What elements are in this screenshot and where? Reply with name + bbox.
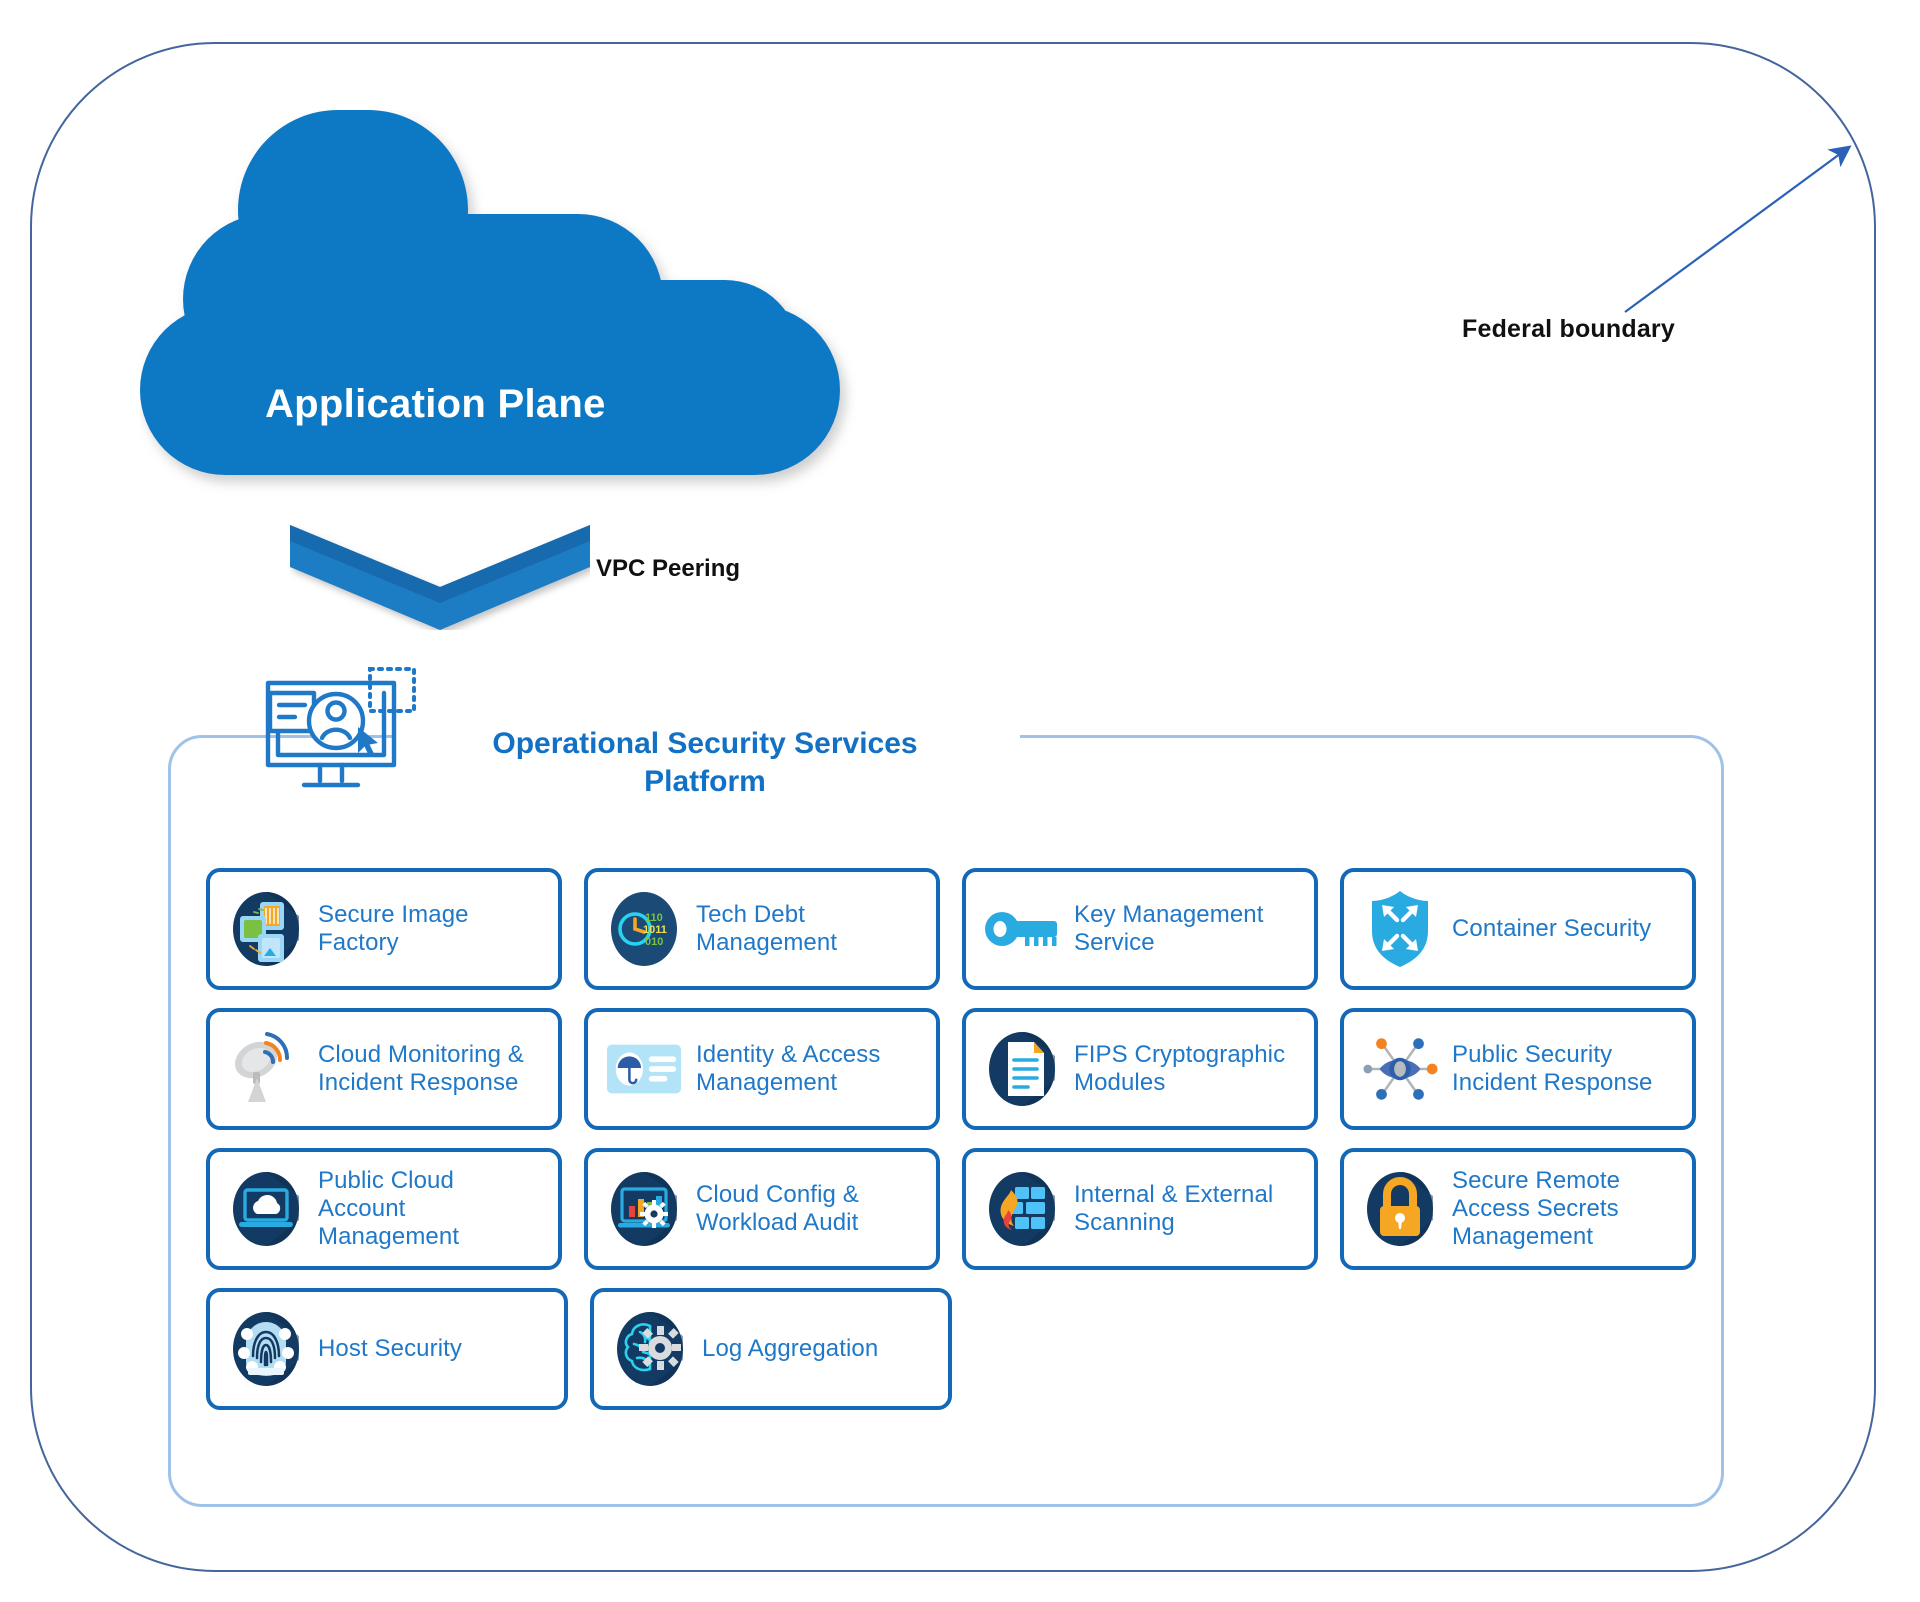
service-label: Public Security Incident Response bbox=[1452, 1040, 1653, 1096]
secure-image-factory-icon bbox=[228, 886, 304, 972]
service-card-cloud-config-workload-audit[interactable]: Cloud Config & Workload Audit bbox=[584, 1148, 940, 1270]
key-icon bbox=[984, 886, 1060, 972]
service-label: Log Aggregation bbox=[702, 1334, 879, 1362]
services-row: Host Security Log Aggregation bbox=[206, 1288, 1696, 1410]
service-label: Container Security bbox=[1452, 914, 1652, 942]
service-label: FIPS Cryptographic Modules bbox=[1074, 1040, 1286, 1096]
federal-boundary-label: Federal boundary bbox=[1462, 315, 1675, 343]
service-card-fips-cryptographic-modules[interactable]: FIPS Cryptographic Modules bbox=[962, 1008, 1318, 1130]
document-icon bbox=[984, 1026, 1060, 1112]
vpc-peering-chevron-icon bbox=[290, 525, 590, 630]
services-row: Secure Image Factory 110 1011 010 Tech D… bbox=[206, 868, 1696, 990]
svg-text:1011: 1011 bbox=[643, 924, 667, 936]
service-card-public-cloud-account-management[interactable]: Public Cloud Account Management bbox=[206, 1148, 562, 1270]
diagram-canvas: Federal boundary Application Plane VPC P… bbox=[0, 0, 1920, 1602]
id-card-umbrella-icon bbox=[606, 1026, 682, 1112]
service-card-internal-external-scanning[interactable]: Internal & External Scanning bbox=[962, 1148, 1318, 1270]
platform-title-line-2: Platform bbox=[644, 765, 766, 799]
svg-text:110: 110 bbox=[645, 912, 663, 924]
padlock-icon bbox=[1362, 1166, 1438, 1252]
vpc-peering-label: VPC Peering bbox=[596, 555, 741, 582]
satellite-dish-icon bbox=[228, 1026, 304, 1112]
service-card-secure-image-factory[interactable]: Secure Image Factory bbox=[206, 868, 562, 990]
service-label: Tech Debt Management bbox=[696, 900, 838, 956]
services-row: Public Cloud Account Management Cloud Co… bbox=[206, 1148, 1696, 1270]
federal-boundary-arrow-icon bbox=[1624, 145, 1852, 313]
shield-arrows-icon bbox=[1362, 886, 1438, 972]
service-card-tech-debt-management[interactable]: 110 1011 010 Tech Debt Management bbox=[584, 868, 940, 990]
platform-title-line-1: Operational Security Services bbox=[492, 727, 918, 760]
operational-platform-monitor-icon bbox=[265, 667, 416, 788]
fingerprint-gear-icon bbox=[228, 1306, 304, 1392]
service-label: Key Management Service bbox=[1074, 900, 1264, 956]
service-card-secure-remote-access-secrets-management[interactable]: Secure Remote Access Secrets Management bbox=[1340, 1148, 1696, 1270]
platform-title: Operational Security Services Platform bbox=[470, 725, 940, 802]
service-card-log-aggregation[interactable]: Log Aggregation bbox=[590, 1288, 952, 1410]
service-card-key-management-service[interactable]: Key Management Service bbox=[962, 868, 1318, 990]
service-label: Public Cloud Account Management bbox=[318, 1166, 460, 1251]
service-label: Secure Remote Access Secrets Management bbox=[1452, 1166, 1621, 1251]
chart-gear-icon bbox=[606, 1166, 682, 1252]
service-label: Internal & External Scanning bbox=[1074, 1180, 1274, 1236]
service-card-container-security[interactable]: Container Security bbox=[1340, 868, 1696, 990]
services-grid: Secure Image Factory 110 1011 010 Tech D… bbox=[206, 868, 1696, 1428]
services-row: Cloud Monitoring & Incident Response Ide… bbox=[206, 1008, 1696, 1130]
service-label: Cloud Monitoring & Incident Response bbox=[318, 1040, 524, 1096]
brain-gear-icon bbox=[612, 1306, 688, 1392]
service-card-public-security-incident-response[interactable]: Public Security Incident Response bbox=[1340, 1008, 1696, 1130]
service-card-host-security[interactable]: Host Security bbox=[206, 1288, 568, 1410]
service-card-identity-access-management[interactable]: Identity & Access Management bbox=[584, 1008, 940, 1130]
service-label: Host Security bbox=[318, 1334, 463, 1362]
service-label: Cloud Config & Workload Audit bbox=[696, 1180, 859, 1236]
application-plane-cloud bbox=[140, 110, 840, 475]
tech-debt-clock-binary-icon: 110 1011 010 bbox=[606, 886, 682, 972]
application-plane-label: Application Plane bbox=[265, 382, 606, 426]
service-card-cloud-monitoring-incident-response[interactable]: Cloud Monitoring & Incident Response bbox=[206, 1008, 562, 1130]
svg-text:010: 010 bbox=[645, 936, 663, 948]
service-label: Secure Image Factory bbox=[318, 900, 469, 956]
eye-network-icon bbox=[1362, 1026, 1438, 1112]
laptop-cloud-icon bbox=[228, 1166, 304, 1252]
service-label: Identity & Access Management bbox=[696, 1040, 881, 1096]
firewall-flame-icon bbox=[984, 1166, 1060, 1252]
